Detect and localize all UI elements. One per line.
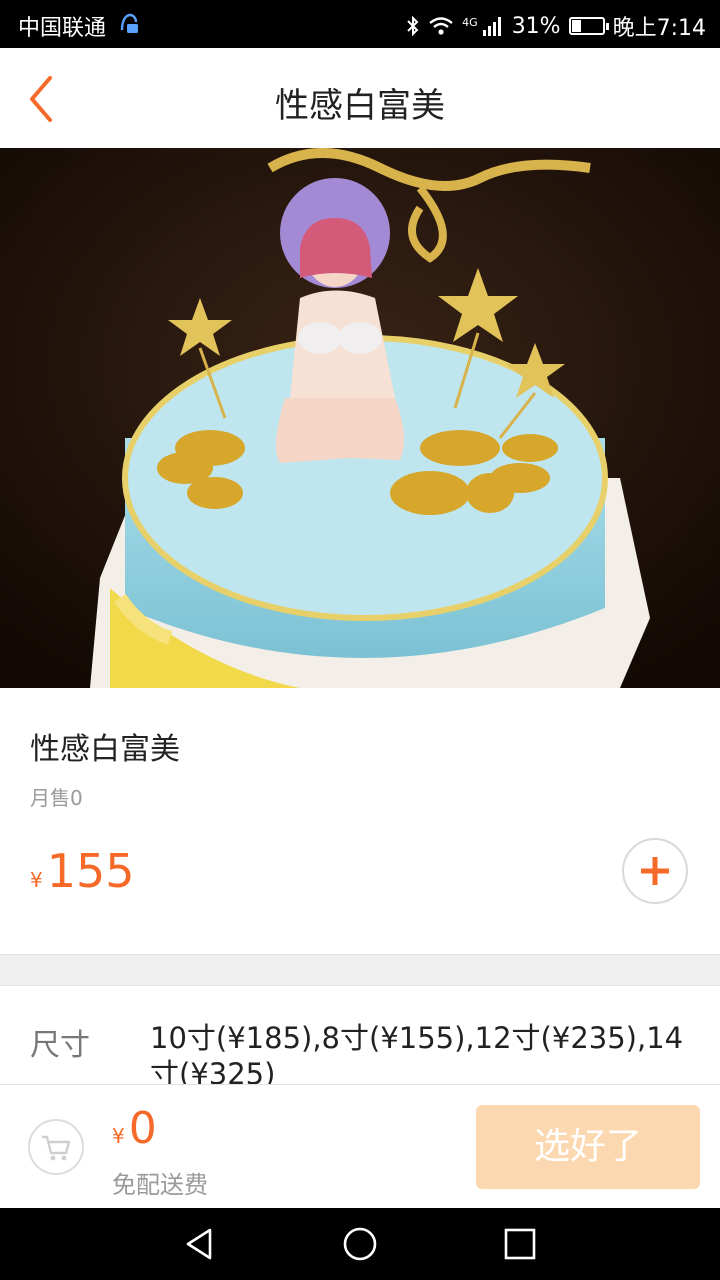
product-info: 性感白富美 月售0 ¥ 155	[0, 688, 720, 954]
cart-total: ¥ 0	[112, 1103, 157, 1154]
nav-recents-icon[interactable]	[502, 1226, 538, 1262]
nav-home-icon[interactable]	[342, 1226, 378, 1262]
monthly-sales: 月售0	[30, 786, 83, 810]
header: 性感白富美	[0, 48, 720, 148]
checkout-bar: ¥ 0 免配送费 选好了	[0, 1084, 720, 1208]
battery-percent: 31%	[511, 13, 561, 39]
confirm-selection-button[interactable]: 选好了	[476, 1105, 700, 1189]
size-spec-row: 尺寸 10寸(¥185),8寸(¥155),12寸(¥235),14寸(¥325…	[0, 986, 720, 1086]
cart-button[interactable]	[28, 1119, 84, 1175]
hd-call-icon	[120, 13, 138, 33]
product-image	[0, 148, 720, 688]
clock: 晚上7:14	[612, 16, 706, 41]
carrier-name: 中国联通	[18, 16, 107, 41]
network-type: 4G	[462, 16, 478, 29]
currency-symbol: ¥	[112, 1124, 125, 1148]
add-to-cart-button[interactable]	[622, 838, 688, 904]
battery-icon	[568, 17, 609, 35]
wifi-icon	[429, 17, 453, 35]
size-label: 尺寸	[30, 1028, 90, 1063]
size-options: 10寸(¥185),8寸(¥155),12寸(¥235),14寸(¥325)	[150, 1021, 684, 1086]
delivery-fee-text: 免配送费	[112, 1171, 208, 1199]
bluetooth-icon	[407, 15, 419, 37]
cell-signal: 4G	[462, 16, 504, 36]
cart-icon	[42, 1135, 71, 1161]
section-divider	[0, 954, 720, 986]
total-value: 0	[128, 1103, 157, 1154]
price-value: 155	[46, 844, 135, 898]
nav-back-icon[interactable]	[182, 1226, 218, 1262]
cake-illustration	[0, 148, 720, 688]
product-name: 性感白富美	[30, 732, 180, 767]
status-bar: 中国联通 4G 31% 晚上7:14	[0, 0, 720, 48]
product-price: ¥ 155	[30, 844, 135, 898]
system-nav-bar	[0, 1208, 720, 1280]
signal-icon	[482, 17, 501, 36]
currency-symbol: ¥	[30, 868, 43, 892]
page-title: 性感白富美	[275, 86, 445, 126]
